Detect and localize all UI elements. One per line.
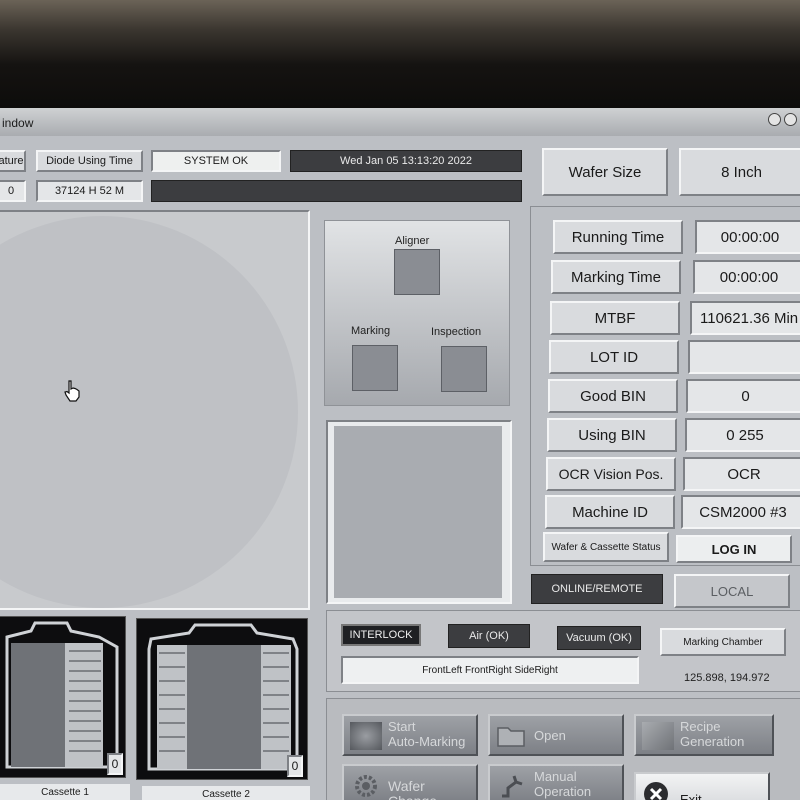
stage-coordinates: 125.898, 194.972 [684,672,770,684]
ocr-vision-pos-label: OCR Vision Pos. [546,457,676,491]
manual-operation-button[interactable]: Manual Operation [488,764,624,800]
message-bar [151,180,522,202]
aligner-station[interactable] [394,249,440,295]
lot-id-value[interactable] [688,340,800,374]
system-status: SYSTEM OK [151,150,281,172]
datetime-display: Wed Jan 05 13:13:20 2022 [290,150,522,172]
inspection-station[interactable] [441,346,487,392]
folder-icon [497,727,525,747]
start-label-line2: Auto-Marking [388,734,466,749]
marking-time-label: Marking Time [551,260,681,294]
temperature-label: ature [0,150,26,172]
recipe-label-line2: Generation [680,734,745,749]
wafer-change-button[interactable]: Wafer Change [342,764,478,800]
vision-display-frame [326,420,512,604]
stations-panel: Aligner Marking Inspection [324,220,510,406]
recipe-generation-button[interactable]: Recipe Generation [634,714,774,756]
ocr-vision-pos-value: OCR [683,457,800,491]
exit-label: Exit [680,792,702,800]
machine-id-value: CSM2000 #3 [681,495,800,529]
close-icon[interactable] [784,113,797,126]
diode-using-time-label: Diode Using Time [36,150,143,172]
recipe-label-line1: Recipe [680,719,721,734]
good-bin-value: 0 [686,379,800,413]
good-bin-label: Good BIN [548,379,678,413]
using-bin-value: 0 255 [685,418,800,452]
mtbf-value: 110621.36 Min [690,301,800,335]
marking-chamber-label: Marking Chamber [660,628,786,656]
vacuum-indicator: Vacuum (OK) [557,626,641,650]
cassette-1[interactable]: 0 [0,616,126,778]
wafer-size-label: Wafer Size [542,148,668,196]
diode-using-time-value: 37124 H 52 M [36,180,143,202]
mtbf-label: MTBF [550,301,680,335]
cassette-1-count: 0 [107,753,123,775]
title-bar: indow [0,108,800,136]
wafer-map-panel [0,210,310,610]
online-remote-button[interactable]: ONLINE/REMOTE [531,574,663,604]
vision-image [334,426,502,598]
application-window: indow ature 0 Diode Using Time 37124 H 5… [0,108,800,800]
start-auto-marking-button[interactable]: Start Auto-Marking [342,714,478,756]
cassette-2-count: 0 [287,755,303,777]
recipe-icon [642,722,674,750]
exit-button[interactable]: Exit [634,772,770,800]
robot-arm-icon [502,775,523,798]
login-button[interactable]: LOG IN [676,535,792,563]
start-label-line1: Start [388,719,416,734]
manual-label-line1: Manual [534,769,577,784]
open-button[interactable]: Open [488,714,624,756]
door-status: FrontLeft FrontRight SideRight [341,656,639,684]
interlock-indicator: INTERLOCK [341,624,421,646]
wafer-map[interactable] [0,216,298,608]
marking-station[interactable] [352,345,398,391]
hand-cursor-icon [64,380,80,402]
machine-id-label: Machine ID [545,495,675,529]
marking-time-value: 00:00:00 [693,260,800,294]
start-icon [350,722,382,750]
lot-id-label: LOT ID [549,340,679,374]
open-label: Open [534,728,566,743]
cassette-2[interactable]: 0 [136,618,308,780]
inspection-label: Inspection [431,326,482,338]
marking-label: Marking [351,325,391,337]
air-indicator: Air (OK) [448,624,530,648]
gear-icon [355,775,377,797]
wafer-change-label: Wafer Change [388,778,437,800]
manual-label-line2: Operation [534,784,592,799]
wafer-cassette-status-button[interactable]: Wafer & Cassette Status [543,532,669,562]
temperature-value: 0 [0,180,26,202]
using-bin-label: Using BIN [547,418,677,452]
window-title: indow [2,116,34,130]
cassette-2-label: Cassette 2 [142,786,310,800]
aligner-label: Aligner [395,235,430,247]
close-circle-icon [644,782,668,800]
local-button[interactable]: LOCAL [674,574,790,608]
running-time-value: 00:00:00 [695,220,800,254]
running-time-label: Running Time [553,220,683,254]
wafer-size-value[interactable]: 8 Inch [679,148,800,196]
cassette-1-label: Cassette 1 [0,784,130,800]
monitor-bezel [0,0,800,108]
cassette-2-graphic [147,623,299,771]
minimize-icon[interactable] [768,113,781,126]
